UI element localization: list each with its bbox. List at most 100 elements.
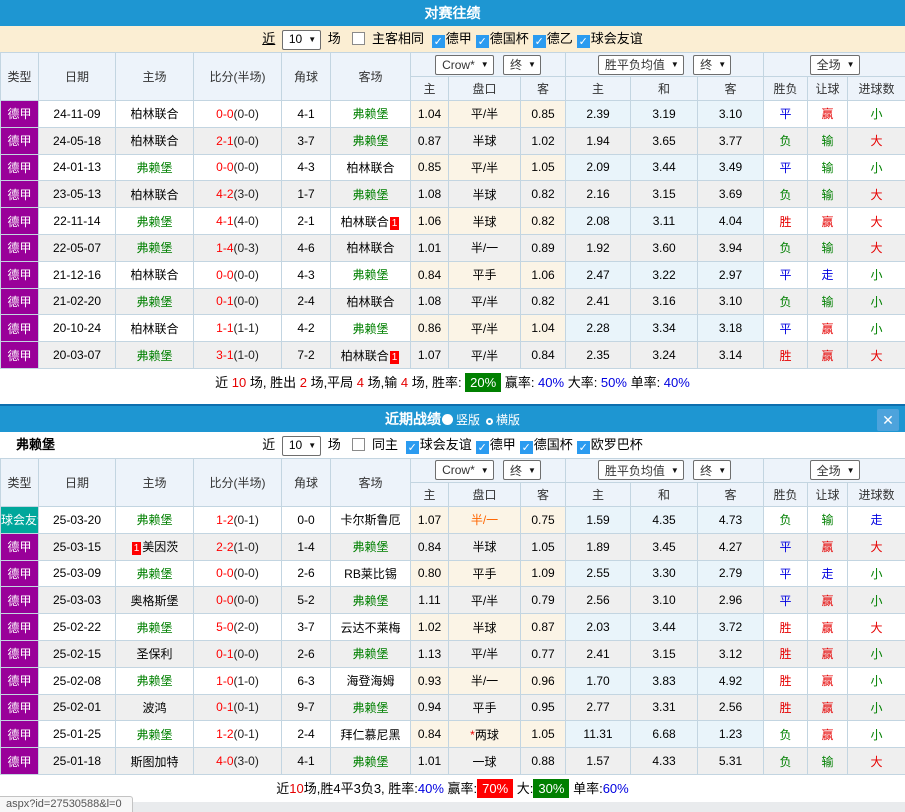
away-team-cell: 弗赖堡: [331, 101, 411, 128]
handicap-text: 两球: [475, 728, 499, 742]
league-cell: 德甲: [1, 101, 39, 128]
handicap-result-cell: 赢: [808, 694, 848, 721]
corner-cell: 2-6: [282, 640, 331, 667]
crow-home-odds: 1.01: [411, 748, 449, 775]
away-team-cell: 云达不莱梅: [331, 614, 411, 641]
horizontal-layout-radio[interactable]: [486, 418, 493, 425]
team-name: 弗赖堡: [352, 755, 388, 769]
halftime-score: (1-0): [234, 674, 259, 688]
away-team-cell: 柏林联合: [331, 234, 411, 261]
summary-part: 场,胜4平3负3, 胜率:: [304, 781, 418, 796]
league-label: 德甲: [490, 437, 516, 452]
score-cell: 1-0(1-0): [194, 667, 282, 694]
home-team-cell: 柏林联合: [116, 315, 194, 342]
score-cell: 4-2(3-0): [194, 181, 282, 208]
goals-result-cell: 大: [848, 533, 905, 560]
goals-result-cell: 小: [848, 315, 905, 342]
avg-away-odds: 2.96: [698, 587, 764, 614]
team-name: 奥格斯堡: [130, 594, 178, 608]
date-cell: 25-02-22: [39, 614, 116, 641]
avg-odds-select[interactable]: 胜平负均值▼: [598, 460, 684, 480]
section-divider: [0, 397, 905, 404]
near-label: 近: [262, 437, 275, 452]
corner-cell: 3-7: [282, 127, 331, 154]
handicap-result-cell: 赢: [808, 640, 848, 667]
avg-home-odds: 1.94: [566, 127, 631, 154]
handicap-text: 平/半: [471, 647, 498, 661]
league-checkbox[interactable]: ✓: [432, 35, 445, 48]
scope-select[interactable]: 全场▼: [810, 460, 860, 480]
table-row: 德甲25-03-151美因茨2-2(1-0)1-4弗赖堡0.84半球1.051.…: [1, 533, 905, 560]
league-checkbox[interactable]: ✓: [533, 35, 546, 48]
crow-home-odds: 0.86: [411, 315, 449, 342]
date-cell: 22-11-14: [39, 208, 116, 235]
team-name: 柏林联合: [130, 107, 178, 121]
same-home-checkbox[interactable]: [352, 438, 365, 451]
crow-away-odds: 1.05: [521, 721, 566, 748]
recent-games-count-select[interactable]: 10▼: [282, 436, 321, 456]
col-home: 主场: [116, 53, 194, 101]
league-cell: 德甲: [1, 640, 39, 667]
team-name: 弗赖堡: [352, 268, 388, 282]
recent-title-bar: 近期战绩竖版横版 ✕: [0, 404, 905, 432]
avg-away-odds: 5.31: [698, 748, 764, 775]
handicap-cell: 半球: [449, 614, 521, 641]
bookmaker-select[interactable]: Crow*▼: [435, 55, 494, 75]
col-avg-home: 主: [566, 77, 631, 101]
odds-stage-select[interactable]: 终▼: [503, 55, 541, 75]
avg-away-odds: 3.10: [698, 288, 764, 315]
league-checkbox[interactable]: ✓: [476, 441, 489, 454]
avg-odds-select[interactable]: 胜平负均值▼: [598, 55, 684, 75]
fulltime-score: 0-1: [216, 647, 233, 661]
scope-select[interactable]: 全场▼: [810, 55, 860, 75]
corner-cell: 4-1: [282, 748, 331, 775]
odds-stage-select[interactable]: 终▼: [503, 460, 541, 480]
away-team-cell: 柏林联合: [331, 154, 411, 181]
league-checkbox[interactable]: ✓: [577, 441, 590, 454]
avg-stage-select[interactable]: 终▼: [693, 460, 731, 480]
league-checkbox[interactable]: ✓: [406, 441, 419, 454]
h2h-filter-bar: 近 10▼ 场 主客相同 ✓德甲✓德国杯✓德乙✓球会友谊: [0, 26, 905, 52]
col-score: 比分(半场): [194, 53, 282, 101]
scope-group-header: 全场▼: [764, 458, 905, 482]
halftime-score: (1-0): [234, 540, 259, 554]
league-checkbox[interactable]: ✓: [520, 441, 533, 454]
avg-away-odds: 3.72: [698, 614, 764, 641]
summary-part: 10: [232, 375, 246, 390]
league-checkbox[interactable]: ✓: [577, 35, 590, 48]
score-cell: 0-0(0-0): [194, 587, 282, 614]
handicap-cell: 半球: [449, 208, 521, 235]
col-crow-home: 主: [411, 482, 449, 506]
avg-away-odds: 3.94: [698, 234, 764, 261]
recent-filter-bar: 弗赖堡 近 10▼ 场 同主 ✓球会友谊✓德甲✓德国杯✓欧罗巴杯: [0, 432, 905, 458]
avg-stage-select[interactable]: 终▼: [693, 55, 731, 75]
league-cell: 德甲: [1, 694, 39, 721]
team-name: 柏林联合: [130, 322, 178, 336]
result-cell: 胜: [764, 640, 808, 667]
table-row: 德甲25-02-15圣保利0-1(0-0)2-6弗赖堡1.13平/半0.772.…: [1, 640, 905, 667]
avg-away-odds: 4.73: [698, 506, 764, 533]
summary-part: 赢率:: [444, 781, 477, 796]
table-row: 德甲22-05-07弗赖堡1-4(0-3)4-6柏林联合1.01半/一0.891…: [1, 234, 905, 261]
table-row: 德甲25-02-08弗赖堡1-0(1-0)6-3海登海姆0.93半/一0.961…: [1, 667, 905, 694]
handicap-text: 半球: [472, 215, 496, 229]
avg-home-odds: 1.92: [566, 234, 631, 261]
summary-part: 30%: [533, 779, 569, 798]
summary-part: 近: [276, 781, 289, 796]
crow-away-odds: 0.75: [521, 506, 566, 533]
vertical-layout-radio[interactable]: [442, 414, 453, 425]
team-name: 柏林联合: [346, 241, 394, 255]
crow-away-odds: 0.87: [521, 614, 566, 641]
league-checkbox[interactable]: ✓: [476, 35, 489, 48]
recent-league-filters: ✓球会友谊✓德甲✓德国杯✓欧罗巴杯: [402, 437, 643, 452]
chevron-down-icon: ▼: [481, 466, 489, 475]
h2h-games-count-select[interactable]: 10▼: [282, 30, 321, 50]
team-name: 海登海姆: [346, 674, 394, 688]
team-name: 弗赖堡: [352, 701, 388, 715]
close-icon[interactable]: ✕: [877, 409, 899, 431]
avg-draw-odds: 3.15: [631, 181, 698, 208]
away-team-cell: 柏林联合1: [331, 342, 411, 369]
bookmaker-select[interactable]: Crow*▼: [435, 460, 494, 480]
same-venue-checkbox[interactable]: [352, 32, 365, 45]
handicap-cell: 平/半: [449, 342, 521, 369]
